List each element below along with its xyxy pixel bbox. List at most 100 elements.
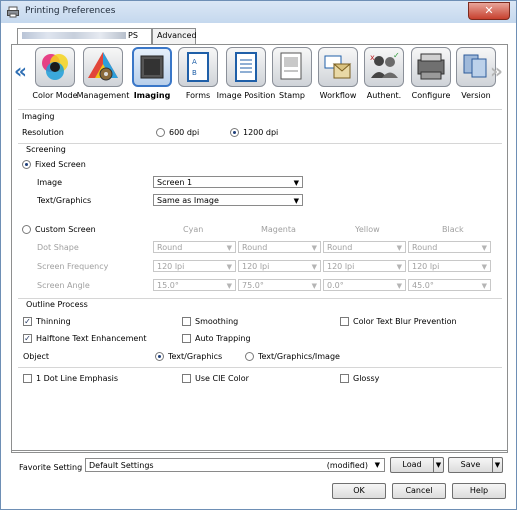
angle-magenta-select[interactable]: 75.0° ▼ bbox=[238, 279, 321, 291]
custom-screen-label: Custom Screen bbox=[35, 225, 96, 234]
chevron-down-icon: ▼ bbox=[374, 461, 380, 469]
halftone-text-label: Halftone Text Enhancement bbox=[36, 334, 147, 343]
frequency-magenta-select[interactable]: 120 lpi ▼ bbox=[238, 260, 321, 272]
text-graphics-screen-value: Same as Image bbox=[157, 196, 219, 205]
authentication-icon: x ✓ bbox=[364, 47, 404, 87]
frequency-cyan-value: 120 lpi bbox=[157, 262, 185, 271]
save-button[interactable]: Save ▼ bbox=[448, 457, 503, 473]
color-text-blur-label: Color Text Blur Prevention bbox=[353, 317, 457, 326]
category-iconbar: « Color Mode Management Imaging A B Form… bbox=[12, 45, 507, 105]
chevron-down-icon: ▼ bbox=[293, 179, 299, 187]
tab-driver-ps[interactable]: PS bbox=[17, 28, 152, 45]
auto-trapping-checkbox[interactable] bbox=[182, 334, 191, 343]
glossy-checkbox[interactable] bbox=[340, 374, 349, 383]
column-magenta: Magenta bbox=[261, 225, 296, 234]
load-button[interactable]: Load ▼ bbox=[390, 457, 444, 473]
use-cie-color-checkbox[interactable] bbox=[182, 374, 191, 383]
image-screen-value: Screen 1 bbox=[157, 178, 193, 187]
fixed-screen-radio[interactable] bbox=[22, 160, 31, 169]
column-black: Black bbox=[442, 225, 464, 234]
tab-advanced[interactable]: Advanced bbox=[152, 28, 197, 44]
angle-black-value: 45.0° bbox=[412, 281, 434, 290]
resolution-label: Resolution bbox=[22, 128, 64, 137]
resolution-1200-label: 1200 dpi bbox=[243, 128, 279, 137]
imaging-section-title: Imaging bbox=[22, 112, 55, 121]
angle-magenta-value: 75.0° bbox=[242, 281, 264, 290]
ok-button[interactable]: OK bbox=[332, 483, 386, 499]
chevron-down-icon: ▼ bbox=[481, 263, 487, 271]
svg-text:x: x bbox=[370, 53, 375, 62]
color-mode-icon bbox=[35, 47, 75, 87]
halftone-text-checkbox[interactable]: ✓ bbox=[23, 334, 32, 343]
favorite-setting-select[interactable]: Default Settings (modified) ▼ bbox=[85, 458, 385, 472]
chevron-down-icon: ▼ bbox=[396, 263, 402, 271]
chevron-down-icon: ▼ bbox=[481, 282, 487, 290]
imaging-icon bbox=[132, 47, 172, 87]
dot-shape-cyan-select[interactable]: Round ▼ bbox=[153, 241, 236, 253]
frequency-magenta-value: 120 lpi bbox=[242, 262, 270, 271]
screening-section-title: Screening bbox=[26, 145, 66, 154]
category-label: Version bbox=[461, 91, 491, 100]
thinning-label: Thinning bbox=[36, 317, 71, 326]
object-text-graphics-radio[interactable] bbox=[155, 352, 164, 361]
custom-screen-radio[interactable] bbox=[22, 225, 31, 234]
favorite-setting-value: Default Settings bbox=[89, 461, 154, 470]
dot-shape-black-select[interactable]: Round ▼ bbox=[408, 241, 491, 253]
resolution-1200-radio[interactable] bbox=[230, 128, 239, 137]
dot-line-emphasis-label: 1 Dot Line Emphasis bbox=[36, 374, 119, 383]
title-bar: Printing Preferences ✕ bbox=[1, 1, 516, 23]
angle-cyan-select[interactable]: 15.0° ▼ bbox=[153, 279, 236, 291]
configure-icon bbox=[411, 47, 451, 87]
fixed-screen-label: Fixed Screen bbox=[35, 160, 86, 169]
column-cyan: Cyan bbox=[183, 225, 204, 234]
chevron-down-icon[interactable]: ▼ bbox=[492, 458, 502, 472]
dot-shape-magenta-select[interactable]: Round ▼ bbox=[238, 241, 321, 253]
screen-frequency-label: Screen Frequency bbox=[37, 262, 109, 271]
image-screen-select[interactable]: Screen 1 ▼ bbox=[153, 176, 303, 188]
object-text-graphics-image-label: Text/Graphics/Image bbox=[258, 352, 340, 361]
outline-section-title: Outline Process bbox=[26, 300, 88, 309]
imaging-divider bbox=[18, 109, 502, 110]
frequency-cyan-select[interactable]: 120 lpi ▼ bbox=[153, 260, 236, 272]
color-text-blur-checkbox[interactable] bbox=[340, 317, 349, 326]
chevron-down-icon: ▼ bbox=[293, 197, 299, 205]
text-graphics-screen-select[interactable]: Same as Image ▼ bbox=[153, 194, 303, 206]
chevron-down-icon: ▼ bbox=[396, 282, 402, 290]
cancel-button[interactable]: Cancel bbox=[392, 483, 446, 499]
chevron-down-icon: ▼ bbox=[311, 244, 317, 252]
dot-shape-black-value: Round bbox=[412, 243, 438, 252]
printer-icon bbox=[7, 6, 19, 18]
frequency-black-select[interactable]: 120 lpi ▼ bbox=[408, 260, 491, 272]
angle-yellow-select[interactable]: 0.0° ▼ bbox=[323, 279, 406, 291]
thinning-checkbox[interactable]: ✓ bbox=[23, 317, 32, 326]
object-text-graphics-image-radio[interactable] bbox=[245, 352, 254, 361]
outline-divider bbox=[18, 298, 502, 299]
svg-text:✓: ✓ bbox=[393, 51, 400, 60]
dot-line-emphasis-checkbox[interactable] bbox=[23, 374, 32, 383]
help-button[interactable]: Help bbox=[452, 483, 506, 499]
use-cie-color-label: Use CIE Color bbox=[195, 374, 249, 383]
object-label: Object bbox=[23, 352, 50, 361]
scroll-right-icon[interactable]: » bbox=[490, 59, 503, 83]
management-icon bbox=[83, 47, 123, 87]
chevron-down-icon: ▼ bbox=[311, 282, 317, 290]
column-yellow: Yellow bbox=[355, 225, 380, 234]
angle-black-select[interactable]: 45.0° ▼ bbox=[408, 279, 491, 291]
frequency-yellow-value: 120 lpi bbox=[327, 262, 355, 271]
close-button[interactable]: ✕ bbox=[468, 2, 510, 20]
screen-angle-label: Screen Angle bbox=[37, 281, 90, 290]
smoothing-checkbox[interactable] bbox=[182, 317, 191, 326]
glossy-label: Glossy bbox=[353, 374, 380, 383]
chevron-down-icon: ▼ bbox=[226, 244, 232, 252]
favorite-divider bbox=[12, 450, 507, 451]
resolution-600-radio[interactable] bbox=[156, 128, 165, 137]
angle-yellow-value: 0.0° bbox=[327, 281, 344, 290]
options-divider bbox=[18, 367, 502, 368]
text-graphics-label: Text/Graphics bbox=[37, 196, 92, 205]
workflow-icon bbox=[318, 47, 358, 87]
frequency-yellow-select[interactable]: 120 lpi ▼ bbox=[323, 260, 406, 272]
window-title: Printing Preferences bbox=[25, 6, 116, 16]
svg-text:A: A bbox=[192, 58, 197, 66]
dot-shape-yellow-select[interactable]: Round ▼ bbox=[323, 241, 406, 253]
chevron-down-icon[interactable]: ▼ bbox=[433, 458, 443, 472]
